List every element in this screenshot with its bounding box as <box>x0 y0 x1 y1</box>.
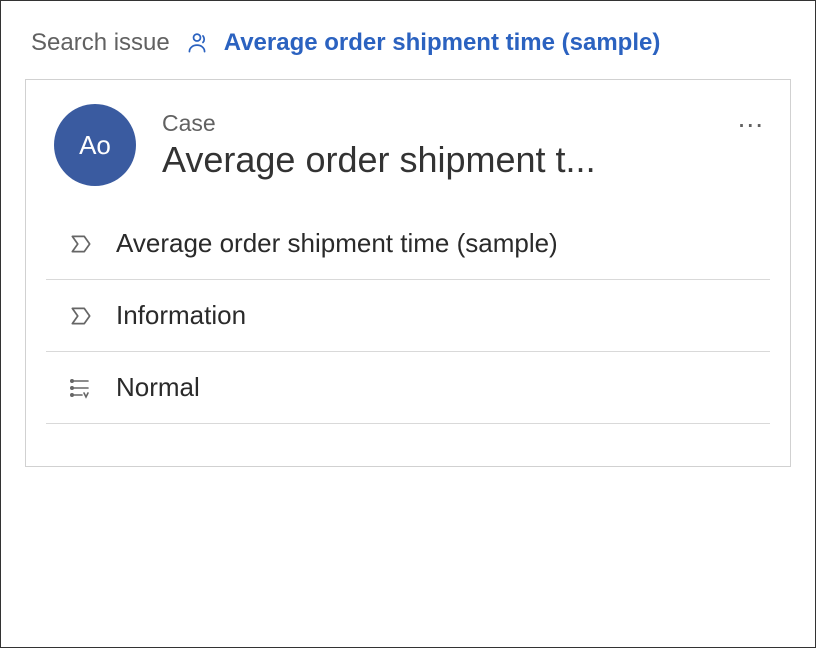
card-padding <box>26 424 790 466</box>
header-text: Case Average order shipment t... <box>162 110 770 181</box>
detail-value: Normal <box>116 372 200 403</box>
detail-value: Information <box>116 300 246 331</box>
more-actions-button[interactable]: ... <box>732 100 770 136</box>
breadcrumb-root[interactable]: Search issue <box>31 29 170 57</box>
chevron-tag-icon <box>68 231 116 257</box>
breadcrumb: Search issue Average order shipment time… <box>25 29 791 57</box>
avatar: Ao <box>54 104 136 186</box>
case-card: Ao Case Average order shipment t... ... … <box>25 79 791 467</box>
breadcrumb-current[interactable]: Average order shipment time (sample) <box>224 29 661 57</box>
chevron-tag-icon <box>68 303 116 329</box>
customer-icon <box>184 30 210 56</box>
entity-title: Average order shipment t... <box>162 139 770 181</box>
detail-row-title[interactable]: Average order shipment time (sample) <box>46 208 770 280</box>
entity-type-label: Case <box>162 110 770 137</box>
panel-container: Search issue Average order shipment time… <box>0 0 816 648</box>
card-header: Ao Case Average order shipment t... ... <box>26 104 790 208</box>
detail-row-priority[interactable]: Normal <box>46 352 770 424</box>
detail-row-form[interactable]: Information <box>46 280 770 352</box>
settings-sliders-icon <box>68 376 116 400</box>
detail-value: Average order shipment time (sample) <box>116 228 558 259</box>
